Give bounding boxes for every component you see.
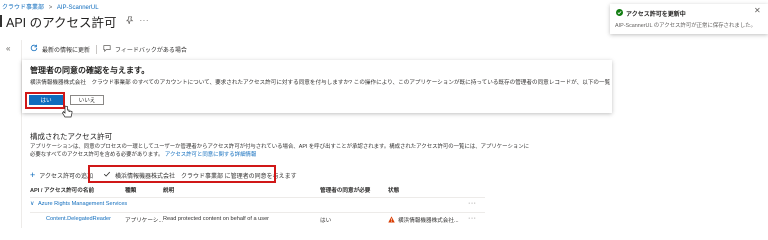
table-group-name[interactable]: Azure Rights Management Services <box>38 201 127 207</box>
permission-status: 横浜情報機器株式会社... <box>398 218 459 224</box>
yes-button-highlight <box>25 92 65 109</box>
table-header: API / アクセス許可の名前 種類 説明 管理者の同意が必要 状態 <box>30 186 485 196</box>
refresh-icon <box>30 44 38 54</box>
dialog-message: 横浜情報機器株式会社 クラウド事業部 のすべてのアカウントについて、要求されたア… <box>30 80 610 86</box>
breadcrumb-item-app[interactable]: AIP-ScannerUL <box>57 5 99 11</box>
notification-toast: アクセス許可を更新中 AIP-ScannerUL のアクセス許可が正常に保存され… <box>610 4 768 34</box>
mouse-pointer-icon <box>61 105 73 121</box>
group-row-divider <box>30 212 485 213</box>
dialog-title: 管理者の同意の確認を与えます。 <box>30 66 150 75</box>
breadcrumb-item-cloud[interactable]: クラウド事業部 <box>2 5 44 11</box>
permissions-description-line2: 必要なすべてのアクセス許可を含める必要があります。 アクセス許可と同意に関する詳… <box>30 151 529 159</box>
notification-message: AIP-ScannerUL のアクセス許可が正常に保存されました。 <box>615 23 756 29</box>
permissions-description-text: 必要なすべてのアクセス許可を含める必要があります。 <box>30 152 164 158</box>
notification-title: アクセス許可を更新中 <box>626 12 686 18</box>
page-title: API のアクセス許可 <box>6 15 117 30</box>
grant-consent-highlight <box>88 165 276 183</box>
chevron-down-icon[interactable]: ∨ <box>30 201 34 207</box>
consent-dialog: 管理者の同意の確認を与えます。 横浜情報機器株式会社 クラウド事業部 のすべての… <box>22 60 612 113</box>
pin-icon[interactable] <box>125 16 134 26</box>
success-icon <box>616 9 623 18</box>
close-icon[interactable]: ✕ <box>754 7 761 15</box>
toolbar: 最新の情報に更新 フィードバックがある場合 <box>30 43 187 55</box>
refresh-button[interactable]: 最新の情報に更新 <box>42 45 90 54</box>
feedback-icon <box>103 44 111 54</box>
toolbar-divider <box>96 44 98 54</box>
column-header-description[interactable]: 説明 <box>163 186 174 194</box>
table-row[interactable]: Content.DelegatedReader アプリケーシ... Read p… <box>30 215 485 226</box>
breadcrumb: クラウド事業部 > AIP-ScannerUL <box>2 2 99 11</box>
page-header: API のアクセス許可 ··· <box>0 13 150 30</box>
permissions-heading: 構成されたアクセス許可 <box>30 132 113 141</box>
warning-icon <box>388 216 395 226</box>
row-more-icon[interactable]: ··· <box>468 215 477 222</box>
permission-description: Read protected content on behalf of a us… <box>163 216 270 222</box>
permission-admin-consent: はい <box>320 218 332 224</box>
table-header-divider <box>30 197 485 198</box>
column-header-type[interactable]: 種類 <box>125 186 136 194</box>
permissions-description-line1: アプリケーションは、同意のプロセスの一環としてユーザーか管理者からアクセス許可が… <box>30 144 530 150</box>
breadcrumb-separator: > <box>48 5 53 11</box>
collapse-sidebar-icon[interactable]: « <box>6 45 10 53</box>
feedback-button[interactable]: フィードバックがある場合 <box>115 45 187 54</box>
permissions-learn-more-link[interactable]: アクセス許可と同意に関する詳細情報 <box>165 152 256 158</box>
more-icon[interactable]: ··· <box>140 17 150 25</box>
table-group-row[interactable]: ∨ Azure Rights Management Services ··· <box>30 200 485 211</box>
no-button[interactable]: いいえ <box>70 95 104 105</box>
group-more-icon[interactable]: ··· <box>468 200 477 207</box>
column-header-status[interactable]: 状態 <box>388 186 399 194</box>
no-button-label: いいえ <box>78 98 96 104</box>
plus-icon: + <box>30 169 36 180</box>
permission-name-link[interactable]: Content.DelegatedReader <box>46 216 111 222</box>
column-header-admin-consent[interactable]: 管理者の同意が必要 <box>320 186 370 194</box>
permissions-description: アプリケーションは、同意のプロセスの一環としてユーザーか管理者からアクセス許可が… <box>30 143 529 159</box>
permission-type: アプリケーシ... <box>125 218 164 224</box>
title-bar <box>0 15 2 27</box>
add-permission-button[interactable]: アクセス許可の追加 <box>39 171 93 180</box>
column-header-name[interactable]: API / アクセス許可の名前 <box>30 186 94 194</box>
